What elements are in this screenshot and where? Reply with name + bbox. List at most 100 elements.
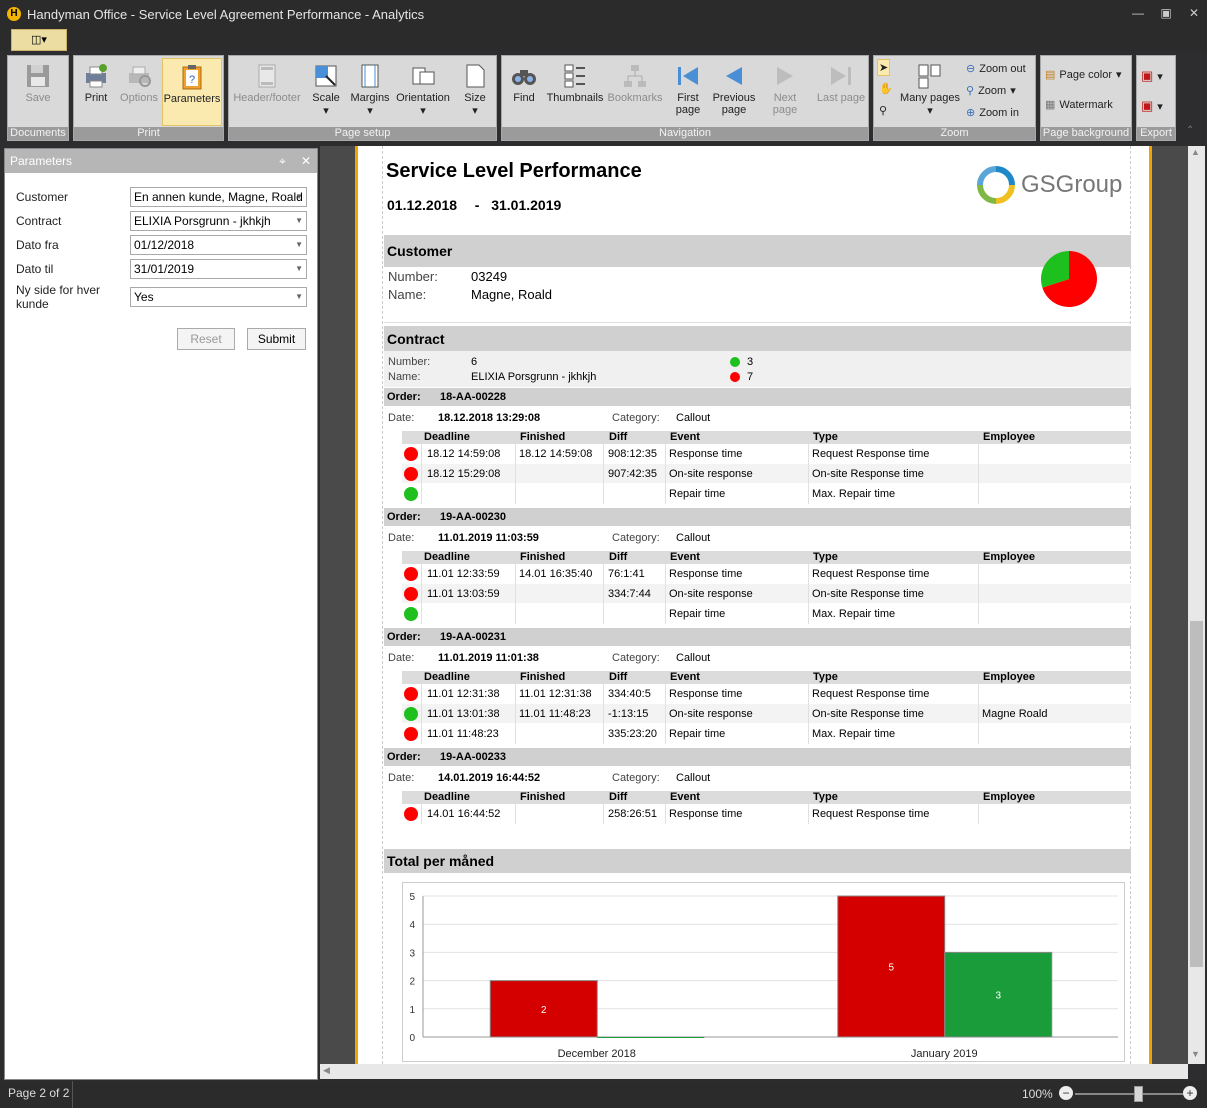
chevron-down-icon: ▼ (295, 292, 303, 301)
orientation-icon (412, 67, 435, 85)
table-row: 11.01 13:01:38 11.01 11:48:23 -1:13:15 On-s… (402, 704, 1131, 724)
export-pdf-button[interactable]: ▣ ▾ (1141, 68, 1163, 84)
table-header-row: Deadline Finished Diff Event Type Employee (402, 551, 1131, 564)
column-header: Finished (520, 671, 566, 683)
customer-select[interactable]: En annen kunde, Magne, Roald ▼ (130, 187, 307, 207)
report-page: Service Level Performance 01.12.2018 - 3… (355, 146, 1152, 1064)
minimize-icon[interactable]: — (1131, 6, 1145, 20)
pin-icon[interactable]: ⌖ (279, 149, 286, 173)
many-pages-button[interactable]: Many pages ▾ (900, 58, 960, 126)
column-header: Finished (520, 551, 566, 563)
group-label-documents: Documents (8, 127, 68, 140)
scroll-down-icon[interactable]: ▼ (1191, 1049, 1200, 1059)
scroll-up-icon[interactable]: ▲ (1191, 147, 1200, 157)
clipboard-icon: ? (182, 65, 202, 90)
thumbnails-button[interactable]: Thumbnails (546, 58, 604, 126)
y-tick-label: 0 (409, 1033, 415, 1044)
many-pages-icon (918, 64, 941, 89)
header-footer-button[interactable]: Header/footer (231, 58, 303, 126)
cell-event: Repair time (669, 488, 726, 500)
parameters-button[interactable]: ? Parameters (162, 58, 222, 126)
contract-select[interactable]: ELIXIA Porsgrunn - jkhkjh ▼ (130, 211, 307, 231)
cell-type: Request Response time (812, 688, 930, 700)
column-divider (665, 804, 666, 824)
collapse-ribbon-icon[interactable]: ⌃ (1186, 125, 1194, 136)
page-color-dropdown-icon: ▾ (1116, 69, 1122, 81)
cell-type: Request Response time (812, 568, 930, 580)
dato-til-picker[interactable]: 31/01/2019 ▼ (130, 259, 307, 279)
order-id: 19-AA-00230 (440, 511, 507, 523)
ribbon-group-export: ▣ ▾ ▣ ▾ Export (1136, 55, 1176, 141)
contract-name: ELIXIA Porsgrunn - jkhkjh (471, 371, 597, 383)
previous-page-button[interactable]: Previous page (710, 58, 758, 126)
customer-name: Magne, Roald (471, 287, 552, 302)
options-button[interactable]: Options (118, 58, 160, 126)
export-send-button[interactable]: ▣ ▾ (1141, 98, 1163, 114)
zoom-plus-icon[interactable]: + (1183, 1086, 1197, 1100)
cell-event: Repair time (669, 728, 726, 740)
vertical-scroll-thumb[interactable] (1190, 621, 1203, 967)
vertical-scrollbar[interactable]: ▲ ▼ (1188, 146, 1205, 1064)
chevron-down-icon: ▼ (295, 240, 303, 249)
magnifier-tool[interactable]: ⚲ (879, 104, 887, 117)
scale-button[interactable]: Scale ▾ (305, 58, 347, 126)
save-button[interactable]: Save (10, 58, 66, 126)
zoom-slider-thumb[interactable] (1134, 1086, 1144, 1102)
print-button[interactable]: Print (76, 58, 116, 126)
zoom-in-icon: ⊕ (966, 107, 976, 119)
zoom-out-button[interactable]: ⊖ Zoom out (966, 62, 1026, 76)
param-row-dato-fra: Dato fra 01/12/2018 ▼ (16, 235, 307, 255)
title-bar: H Handyman Office - Service Level Agreem… (0, 0, 1207, 28)
zoom-button[interactable]: ⚲ Zoom ▾ (966, 84, 1016, 98)
zoom-minus-icon[interactable]: − (1059, 1086, 1073, 1100)
order-id: 18-AA-00228 (440, 391, 507, 403)
close-icon[interactable]: ✕ (1187, 6, 1201, 20)
order-date: 18.12.2018 13:29:08 (438, 412, 541, 424)
column-header: Deadline (424, 791, 470, 803)
panel-close-icon[interactable]: ✕ (301, 149, 311, 173)
column-header: Deadline (424, 431, 470, 443)
bar-data-label: 3 (995, 991, 1001, 1002)
margins-button[interactable]: Margins ▾ (349, 58, 391, 126)
report-title: Service Level Performance (386, 160, 642, 182)
ny-side-select[interactable]: Yes ▼ (130, 287, 307, 307)
hand-tool[interactable]: ✋ (879, 82, 893, 95)
scroll-left-icon[interactable]: ◀ (323, 1065, 330, 1076)
reset-button[interactable]: Reset (177, 328, 235, 350)
zoom-in-button[interactable]: ⊕ Zoom in (966, 106, 1019, 120)
submit-button[interactable]: Submit (247, 328, 306, 350)
order-id: 19-AA-00231 (440, 631, 507, 643)
dato-fra-picker[interactable]: 01/12/2018 ▼ (130, 235, 307, 255)
gsgroup-logo-icon (977, 166, 1015, 204)
table-row: 11.01 12:31:38 11.01 12:31:38 334:40:5 Resp… (402, 684, 1131, 704)
table-header-row: Deadline Finished Diff Event Type Employee (402, 431, 1131, 444)
zoom-level: 100% (1022, 1087, 1053, 1101)
y-tick-label: 2 (409, 977, 415, 988)
ribbon-menu-button[interactable]: ◫▾ (11, 29, 67, 51)
pointer-tool[interactable]: ➤ (877, 59, 891, 76)
next-page-button[interactable]: Next page (760, 58, 810, 126)
chevron-down-icon: ▼ (295, 192, 303, 201)
cell-event: On-site response (669, 708, 753, 720)
magnifier-icon: ⚲ (879, 105, 888, 117)
orientation-button[interactable]: Orientation ▾ (393, 58, 453, 126)
previous-page-icon (726, 67, 742, 85)
maximize-icon[interactable]: ▣ (1159, 6, 1173, 20)
zoom-slider[interactable] (1075, 1086, 1183, 1102)
order-category: Callout (676, 532, 711, 544)
table-row: 18.12 14:59:08 18.12 14:59:08 908:12:35 Res… (402, 444, 1131, 464)
page-color-button[interactable]: ▤ Page color ▾ (1045, 68, 1122, 82)
column-header: Event (670, 551, 700, 563)
watermark-button[interactable]: ▦ Watermark (1045, 98, 1113, 112)
size-button[interactable]: Size ▾ (455, 58, 495, 126)
last-page-button[interactable]: Last page (814, 58, 868, 126)
hand-icon: ✋ (879, 83, 893, 95)
column-divider (978, 684, 979, 744)
param-row-contract: Contract ELIXIA Porsgrunn - jkhkjh ▼ (16, 211, 307, 231)
cell-diff: 334:7:44 (608, 588, 651, 600)
horizontal-scrollbar[interactable]: ◀ (320, 1064, 1188, 1079)
bookmarks-button[interactable]: Bookmarks (606, 58, 664, 126)
performance-pie-chart (1041, 251, 1097, 307)
first-page-button[interactable]: First page (668, 58, 708, 126)
find-button[interactable]: Find (504, 58, 544, 126)
